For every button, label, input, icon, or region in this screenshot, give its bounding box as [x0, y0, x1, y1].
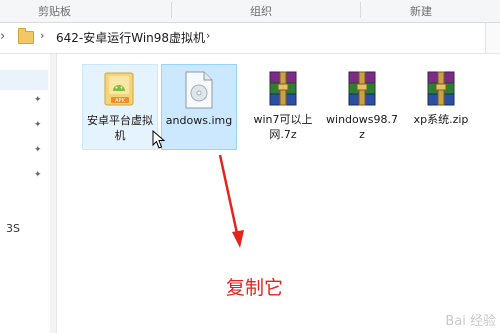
mouse-cursor-icon	[152, 130, 166, 149]
explorer-window: 剪贴板 组织 新建 › › 642-安卓运行Win98虚拟机 › ✦ ✦ ✦ ✦…	[0, 0, 500, 333]
annotation-text: 复制它	[226, 277, 284, 299]
watermark: Bai 经验	[445, 314, 496, 329]
